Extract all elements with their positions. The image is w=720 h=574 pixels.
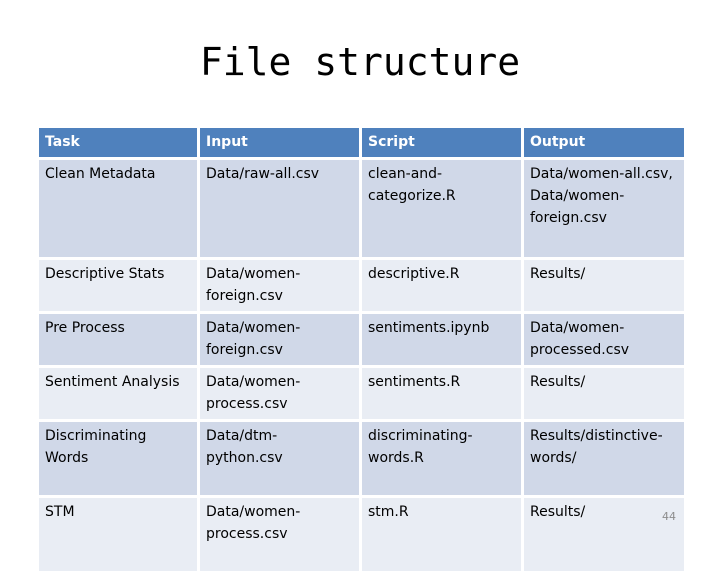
cell-output: Results/distinctive-words/ (521, 419, 687, 498)
table-header-row: Task Input Script Output (36, 125, 687, 160)
header-script: Script (359, 125, 524, 160)
cell-output: Results/ (521, 257, 687, 314)
table-row: Descriptive Stats Data/women-foreign.csv… (36, 257, 687, 314)
slide-title: File structure (199, 40, 521, 84)
cell-script: sentiments.R (359, 365, 524, 422)
cell-input: Data/women-process.csv (197, 495, 362, 574)
page-number: 44 (662, 510, 676, 523)
cell-task: STM (36, 495, 200, 574)
cell-input: Data/women-process.csv (197, 365, 362, 422)
table-row: Clean Metadata Data/raw-all.csv clean-an… (36, 157, 687, 260)
table-row: Discriminating Words Data/dtm-python.csv… (36, 419, 687, 498)
cell-script: clean-and-categorize.R (359, 157, 524, 260)
cell-task: Discriminating Words (36, 419, 200, 498)
cell-input: Data/dtm-python.csv (197, 419, 362, 498)
file-structure-table: Task Input Script Output Clean Metadata … (36, 125, 687, 574)
cell-output: Results/ (521, 365, 687, 422)
cell-script: stm.R (359, 495, 524, 574)
cell-script: discriminating-words.R (359, 419, 524, 498)
cell-task: Clean Metadata (36, 157, 200, 260)
cell-task: Descriptive Stats (36, 257, 200, 314)
cell-task: Pre Process (36, 311, 200, 368)
table-row: Sentiment Analysis Data/women-process.cs… (36, 365, 687, 422)
cell-input: Data/women-foreign.csv (197, 257, 362, 314)
cell-script: descriptive.R (359, 257, 524, 314)
table-row: STM Data/women-process.csv stm.R Results… (36, 495, 687, 574)
cell-output: Data/women-processed.csv (521, 311, 687, 368)
cell-input: Data/women-foreign.csv (197, 311, 362, 368)
header-task: Task (36, 125, 200, 160)
table-row: Pre Process Data/women-foreign.csv senti… (36, 311, 687, 368)
header-output: Output (521, 125, 687, 160)
cell-script: sentiments.ipynb (359, 311, 524, 368)
cell-task: Sentiment Analysis (36, 365, 200, 422)
cell-input: Data/raw-all.csv (197, 157, 362, 260)
header-input: Input (197, 125, 362, 160)
cell-output: Results/ (521, 495, 687, 574)
cell-output: Data/women-all.csv, Data/women-foreign.c… (521, 157, 687, 260)
